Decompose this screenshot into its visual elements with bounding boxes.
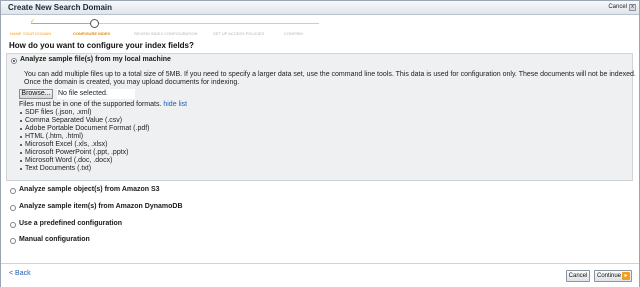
step-current-dot bbox=[90, 19, 99, 28]
format-item: SDF files (.json, .xml) bbox=[19, 109, 150, 117]
step-review-index-configuration: REVIEW INDEX CONFIGURATION bbox=[134, 31, 198, 36]
cancel-link-top[interactable]: Cancel bbox=[608, 4, 627, 10]
continue-button-label: Continue bbox=[596, 273, 622, 279]
cancel-button[interactable]: Cancel bbox=[566, 270, 590, 282]
hide-list-link[interactable]: hide list bbox=[163, 101, 187, 108]
format-item: HTML (.htm, .html) bbox=[19, 133, 150, 141]
step-name-your-domain: NAME YOUR DOMAIN bbox=[10, 31, 52, 36]
supported-formats-list: SDF files (.json, .xml) Comma Separated … bbox=[19, 109, 150, 173]
format-item: Text Documents (.txt) bbox=[19, 165, 150, 173]
radio-amazon-dynamodb[interactable] bbox=[10, 205, 16, 211]
page-question: How do you want to configure your index … bbox=[9, 41, 194, 50]
back-link[interactable]: < Back bbox=[9, 270, 31, 277]
option-label-amazon-dynamodb[interactable]: Analyze sample item(s) from Amazon Dynam… bbox=[19, 203, 183, 210]
local-file-panel: Analyze sample file(s) from my local mac… bbox=[6, 53, 636, 181]
format-item: Microsoft Word (.doc, .docx) bbox=[19, 157, 150, 165]
step-configure-index: CONFIGURE INDEX bbox=[73, 31, 111, 36]
formats-intro: Files must be in one of the supported fo… bbox=[19, 101, 187, 109]
upload-info-line-2: Once the domain is created, you may uplo… bbox=[24, 79, 240, 86]
create-search-domain-dialog: Create New Search Domain Cancel x ✓ NAME… bbox=[0, 0, 640, 287]
radio-local-machine[interactable] bbox=[11, 58, 17, 64]
option-label-local-machine: Analyze sample file(s) from my local mac… bbox=[20, 56, 171, 63]
dialog-footer: < Back Cancel Continue ▸ bbox=[1, 263, 639, 287]
dialog-titlebar: Create New Search Domain Cancel x bbox=[1, 1, 639, 15]
file-status: No file selected. bbox=[57, 89, 135, 99]
upload-info-line-1: You can add multiple files up to a total… bbox=[24, 71, 636, 78]
format-item: Microsoft PowerPoint (.ppt, .pptx) bbox=[19, 149, 150, 157]
option-label-manual-configuration[interactable]: Manual configuration bbox=[19, 236, 90, 243]
step-connector-done bbox=[31, 23, 94, 24]
step-set-up-access-policies: SET UP ACCESS POLICIES bbox=[213, 31, 265, 36]
radio-amazon-s3[interactable] bbox=[10, 188, 16, 194]
option-label-amazon-s3[interactable]: Analyze sample object(s) from Amazon S3 bbox=[19, 186, 160, 193]
browse-button[interactable]: Browse... bbox=[19, 89, 53, 99]
radio-predefined-configuration[interactable] bbox=[10, 222, 16, 228]
cancel-button-label: Cancel bbox=[568, 273, 588, 279]
arrow-right-icon: ▸ bbox=[622, 272, 630, 280]
dialog-title: Create New Search Domain bbox=[8, 3, 113, 12]
continue-button[interactable]: Continue ▸ bbox=[594, 270, 632, 282]
radio-manual-configuration[interactable] bbox=[10, 238, 16, 244]
formats-intro-text: Files must be in one of the supported fo… bbox=[19, 101, 162, 108]
format-item: Adobe Portable Document Format (.pdf) bbox=[19, 125, 150, 133]
step-connector-pending bbox=[99, 23, 319, 24]
checkmark-icon: ✓ bbox=[30, 19, 36, 25]
step-confirm: CONFIRM bbox=[284, 31, 303, 36]
option-label-predefined-configuration[interactable]: Use a predefined configuration bbox=[19, 220, 122, 227]
format-item: Comma Separated Value (.csv) bbox=[19, 117, 150, 125]
format-item: Microsoft Excel (.xls, .xlsx) bbox=[19, 141, 150, 149]
wizard-steps: ✓ NAME YOUR DOMAIN CONFIGURE INDEX REVIE… bbox=[6, 18, 326, 40]
close-icon[interactable]: x bbox=[629, 4, 636, 11]
